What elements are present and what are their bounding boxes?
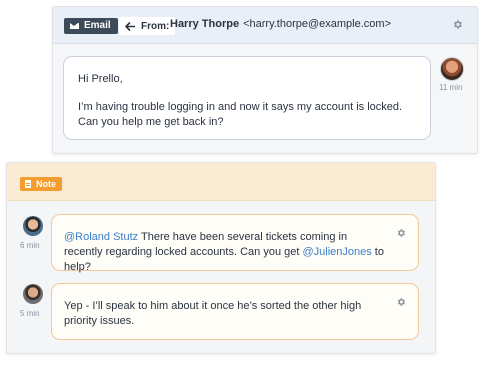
envelope-icon (70, 23, 79, 29)
document-icon (25, 180, 31, 188)
note-comment-text: @Roland Stutz There have been several ti… (64, 230, 384, 275)
email-body-bubble: Hi Prello, I’m having trouble logging in… (63, 56, 431, 140)
note-header: Note (7, 163, 435, 201)
note-badge-label: Note (36, 179, 56, 189)
comment-timestamp: 5 min (20, 309, 40, 318)
internal-note-card: Note 6 min @Roland Stutz There have been… (6, 162, 436, 354)
comment-timestamp: 6 min (20, 241, 40, 250)
gear-icon[interactable] (396, 297, 406, 307)
gear-icon[interactable] (452, 19, 463, 30)
email-body-text: I’m having trouble logging in and now it… (78, 101, 403, 128)
agent-avatar (23, 284, 43, 304)
sender-name: Harry Thorpe (170, 18, 240, 30)
gear-icon[interactable] (396, 228, 406, 238)
note-channel-badge: Note (20, 177, 62, 191)
note-comment-text: Yep - I’ll speak to him about it once he… (64, 300, 362, 327)
agent-avatar (23, 216, 43, 236)
email-channel-badge: Email (64, 18, 118, 34)
email-message-card: Email From: Harry Thorpe <harry.thorpe@ex… (52, 6, 478, 154)
note-comment: Yep - I’ll speak to him about it once he… (51, 283, 419, 340)
email-header: Email From: Harry Thorpe <harry.thorpe@ex… (53, 7, 477, 44)
email-timestamp: 11 min (439, 83, 463, 92)
email-greeting: Hi Prello, (78, 73, 123, 85)
from-field[interactable]: From: (119, 17, 176, 35)
note-comment: @Roland Stutz There have been several ti… (51, 214, 419, 273)
mention-link[interactable]: @JulienJones (302, 246, 371, 258)
reply-arrow-icon (125, 21, 135, 31)
customer-avatar (440, 57, 464, 81)
mention-link[interactable]: @Roland Stutz (64, 231, 138, 243)
sender: Harry Thorpe <harry.thorpe@example.com> (170, 18, 391, 30)
sender-email: <harry.thorpe@example.com> (243, 18, 391, 30)
from-label: From: (141, 20, 170, 32)
email-badge-label: Email (84, 20, 111, 31)
